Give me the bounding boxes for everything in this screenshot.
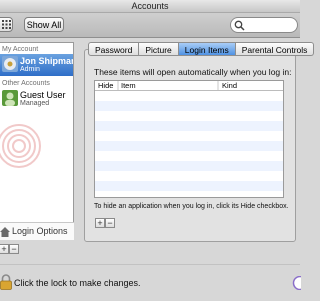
help-button-icon[interactable]	[291, 276, 301, 290]
grid-view-button[interactable]	[0, 17, 13, 32]
lock-message: Click the lock to make changes.	[14, 278, 141, 288]
lock-icon[interactable]	[0, 274, 12, 290]
avatar	[2, 56, 18, 72]
user-name: Jon Shipman	[20, 56, 74, 66]
window-titlebar: Accounts	[0, 0, 300, 13]
user-role: Managed	[20, 100, 50, 107]
window-title: Accounts	[131, 1, 169, 11]
tab-parental-controls[interactable]: Parental Controls	[235, 42, 315, 56]
add-user-button[interactable]: +	[0, 244, 9, 254]
faded-swirl-decoration	[0, 124, 41, 168]
search-icon	[234, 20, 245, 31]
login-options-label: Login Options	[12, 226, 68, 236]
hide-hint-text: To hide an application when you log in, …	[94, 203, 289, 210]
user-role: Admin	[20, 66, 40, 73]
house-icon	[0, 227, 10, 237]
empty-row	[95, 191, 283, 197]
search-field[interactable]	[230, 17, 298, 33]
login-items-intro: These items will open automatically when…	[94, 67, 292, 77]
login-items-table[interactable]: Hide Item Kind	[94, 80, 284, 198]
avatar	[2, 90, 18, 106]
guest-avatar-icon	[2, 90, 18, 106]
user-name: Guest User	[20, 90, 66, 100]
my-account-header: My Account	[2, 46, 39, 53]
login-options-item[interactable]: Login Options	[0, 222, 74, 240]
column-dividers	[117, 81, 219, 90]
show-all-button[interactable]: Show All	[24, 17, 64, 32]
toolbar: Show All	[0, 13, 300, 38]
grid-icon	[2, 20, 11, 29]
flower-avatar-icon	[2, 56, 18, 72]
remove-login-item-button[interactable]: −	[105, 218, 115, 228]
other-accounts-header: Other Accounts	[2, 80, 50, 87]
tab-picture[interactable]: Picture	[139, 42, 179, 56]
user-row-jon-shipman[interactable]: Jon Shipman Admin	[0, 54, 73, 76]
tab-bar: Password Picture Login Items Parental Co…	[88, 42, 315, 56]
user-row-guest-user[interactable]: Guest User Managed	[0, 88, 73, 110]
remove-user-button[interactable]: −	[9, 244, 19, 254]
tab-password[interactable]: Password	[88, 42, 140, 56]
tab-login-items[interactable]: Login Items	[178, 42, 236, 56]
add-login-item-button[interactable]: +	[95, 218, 105, 228]
accounts-sidebar: My Account Jon Shipman Admin Other Accou…	[0, 42, 74, 239]
